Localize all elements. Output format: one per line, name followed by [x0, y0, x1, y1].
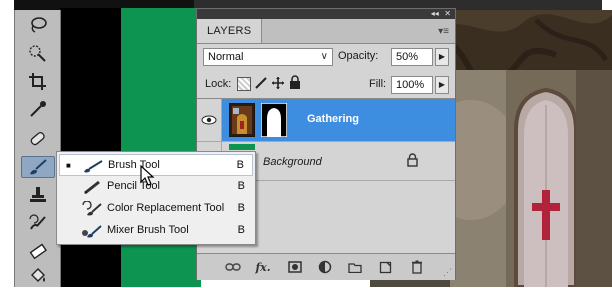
layer-thumbnail [229, 103, 255, 137]
menu-item-shortcut: B [237, 224, 245, 236]
mixer-brush-icon [82, 225, 102, 238]
spot-healing-brush-tool-icon [30, 132, 45, 146]
lock-transparent-pixels-icon[interactable] [237, 77, 251, 91]
layer-name: Background [263, 156, 322, 168]
menu-item-pencil-tool[interactable]: Pencil Tool B [59, 176, 253, 198]
canvas-green-region [121, 8, 201, 287]
blend-mode-value: Normal [208, 51, 244, 63]
layer-row-gathering[interactable]: Gathering [197, 99, 455, 142]
menu-item-mixer-brush-tool[interactable]: Mixer Brush Tool B [59, 220, 253, 242]
blend-opacity-row: Normal ∨ Opacity: 50% ▶ [197, 44, 455, 70]
brush-icon [84, 160, 103, 173]
brush-tool-icon [30, 159, 47, 175]
mouse-pointer-icon [140, 165, 155, 186]
lock-all-icon[interactable] [289, 75, 301, 90]
layer-visibility-toggle[interactable] [197, 99, 222, 141]
menu-item-shortcut: B [236, 159, 244, 171]
tool-lasso[interactable] [21, 14, 55, 36]
panel-menu-icon[interactable]: ▾≡ [438, 26, 449, 37]
clone-stamp-tool-icon [30, 187, 46, 202]
eraser-tool-icon [29, 243, 48, 260]
fill-field[interactable]: 100% [391, 76, 433, 94]
lasso-tool-icon [31, 17, 47, 33]
layer-name: Gathering [307, 113, 359, 125]
history-brush-tool-icon [29, 214, 46, 230]
paint-bucket-tool-icon [31, 268, 45, 282]
menu-item-label: Color Replacement Tool [107, 202, 225, 214]
tool-quick-selection[interactable] [21, 42, 55, 64]
menu-item-brush-tool[interactable]: ■ Brush Tool B [59, 154, 253, 176]
add-layer-mask-icon[interactable] [287, 259, 303, 275]
lock-fill-row: Lock: Fill: 100% ▶ [197, 72, 455, 99]
tool-paint-bucket[interactable] [21, 266, 55, 288]
delete-layer-icon[interactable] [409, 259, 425, 275]
color-replacement-icon [82, 201, 102, 216]
tool-eyedropper[interactable] [21, 98, 55, 120]
canvas-black-region [60, 8, 121, 287]
close-panel-icon[interactable]: ✕ [444, 9, 451, 18]
tool-brush[interactable] [21, 156, 55, 178]
tool-history-brush[interactable] [21, 212, 55, 234]
menu-item-shortcut: B [237, 202, 245, 214]
chevron-down-icon: ∨ [320, 51, 328, 62]
tab-layers[interactable]: LAYERS [197, 19, 263, 43]
lock-position-icon[interactable] [271, 76, 285, 90]
new-layer-icon[interactable] [377, 259, 393, 275]
layers-panel-footer: fx. ⋰ [197, 253, 455, 280]
link-layers-icon[interactable] [225, 259, 241, 275]
tools-panel [14, 10, 61, 287]
tool-crop[interactable] [21, 70, 55, 92]
opacity-label: Opacity: [338, 50, 379, 62]
blend-mode-dropdown[interactable]: Normal ∨ [203, 48, 333, 66]
layer-mask-thumbnail [261, 103, 287, 137]
tool-spot-healing[interactable] [21, 128, 55, 150]
panel-titlebar: ◂◂ ✕ [197, 9, 455, 19]
tool-clone-stamp[interactable] [21, 184, 55, 206]
new-group-icon[interactable] [347, 259, 363, 275]
menu-item-color-replacement-tool[interactable]: Color Replacement Tool B [59, 198, 253, 220]
resize-grip-icon[interactable]: ⋰ [443, 267, 452, 278]
canvas-photo [436, 10, 612, 287]
fill-label: Fill: [369, 78, 387, 90]
tool-eraser[interactable] [21, 240, 55, 262]
eyedropper-tool-icon [30, 101, 46, 117]
lock-image-pixels-icon[interactable] [254, 76, 268, 90]
opacity-slider-button[interactable]: ▶ [435, 48, 449, 66]
layer-style-fx-icon[interactable]: fx. [255, 259, 271, 275]
photo-image [436, 10, 612, 287]
layer-thumbnail [229, 144, 255, 150]
adjustment-layer-icon[interactable] [317, 259, 333, 275]
pencil-icon [84, 180, 100, 195]
current-tool-bullet-icon: ■ [66, 161, 71, 170]
brush-tool-flyout-menu: ■ Brush Tool B Pencil Tool B Color Repla… [56, 151, 256, 245]
panel-window-controls: ◂◂ ✕ [431, 9, 451, 19]
quick-selection-tool-icon [29, 45, 46, 62]
opacity-field[interactable]: 50% [391, 48, 433, 66]
fill-slider-button[interactable]: ▶ [435, 76, 449, 94]
menu-item-shortcut: B [237, 180, 245, 192]
lock-label: Lock: [205, 78, 232, 90]
crop-tool-icon [29, 73, 46, 90]
panel-tab-row: LAYERS ▾≡ [197, 19, 455, 44]
lock-icon [407, 153, 418, 167]
eye-icon [201, 115, 217, 125]
collapse-panel-icon[interactable]: ◂◂ [431, 9, 439, 18]
menu-item-label: Mixer Brush Tool [107, 224, 189, 236]
